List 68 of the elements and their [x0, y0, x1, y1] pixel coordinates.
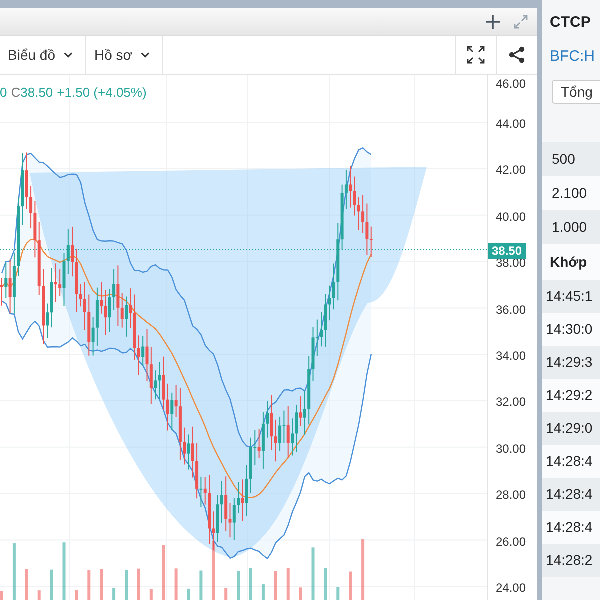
axis-label: 26.00: [496, 534, 526, 549]
company-title: CTCP: [549, 13, 592, 33]
chevron-down-icon: [141, 52, 150, 58]
volume-bar: [150, 589, 153, 600]
volume-bar: [299, 588, 302, 600]
axis-label: 44.00: [496, 117, 526, 131]
total-button[interactable]: Tổng: [552, 80, 600, 104]
volume-bar: [286, 568, 290, 600]
volume-bar: [25, 569, 28, 600]
close-label: C: [11, 85, 21, 100]
volume-bar: [162, 546, 166, 600]
symbol-link[interactable]: BFC:H: [542, 36, 600, 70]
trade-time: 14:29:0: [542, 412, 600, 445]
axis-label: 42.00: [496, 163, 526, 178]
volume-cell: 2.100: [542, 176, 600, 210]
axis-label: 40.00: [496, 210, 526, 224]
last-price-tag: 38.50: [488, 243, 526, 259]
legend-value: 0: [0, 85, 8, 100]
trade-time: 14:28:2: [542, 544, 600, 577]
trade-time: 14:28:4: [542, 445, 600, 478]
change-value: +1.50 (+4.05%): [57, 85, 147, 100]
axis-label: 30.00: [496, 442, 526, 456]
axis-label: 32.00: [496, 395, 526, 410]
trade-time: 14:45:1: [542, 280, 600, 313]
share-icon: [508, 46, 526, 64]
trade-time: 14:29:3: [542, 346, 600, 379]
volume-bar: [0, 591, 4, 600]
axis-label: 34.00: [496, 348, 526, 363]
axis-label: 24.00: [496, 580, 526, 595]
volume-bar: [174, 568, 178, 600]
volume-bar: [100, 569, 104, 600]
trade-time: 14:29:2: [542, 379, 600, 412]
volume-cell: 1.000: [542, 210, 600, 244]
axis-label: 36.00: [496, 302, 526, 317]
volume-bar: [336, 587, 340, 600]
axis-label: 46.00: [496, 77, 526, 91]
trades-heading: Khớp: [542, 244, 600, 280]
volume-bar: [274, 571, 278, 600]
volume-bar: [50, 570, 54, 600]
volume-bar: [137, 568, 140, 600]
axis-label: 38.00: [496, 256, 526, 270]
volume-bar: [262, 584, 265, 600]
volume-bar: [212, 540, 216, 600]
volume-bar: [349, 572, 352, 600]
volume-bar: [224, 588, 228, 600]
volume-bar: [237, 571, 240, 600]
volume-bar: [250, 568, 252, 600]
volume-bar: [88, 570, 91, 600]
volume-bar: [112, 588, 116, 600]
trade-time: 14:28:4: [542, 511, 600, 544]
volume-bar: [62, 542, 66, 600]
volume-bar: [38, 590, 41, 600]
axis-label: 28.00: [496, 488, 526, 502]
volume-bar: [362, 540, 365, 600]
volume-bar: [75, 590, 78, 600]
volume-bar: [12, 544, 16, 600]
volume-bar: [200, 570, 203, 600]
trade-time: 14:28:4: [542, 478, 600, 511]
volume-bar: [125, 570, 128, 600]
chevron-down-icon: [64, 52, 74, 58]
plus-icon[interactable]: [485, 14, 501, 30]
fullscreen-icon: [467, 46, 485, 64]
volume-bar: [324, 568, 328, 600]
close-value: 38.50: [20, 85, 54, 100]
volume-cell: 500: [542, 142, 600, 176]
volume-bar: [187, 588, 190, 600]
volume-bar: [312, 548, 315, 600]
trade-time: 14:30:0: [542, 313, 600, 346]
